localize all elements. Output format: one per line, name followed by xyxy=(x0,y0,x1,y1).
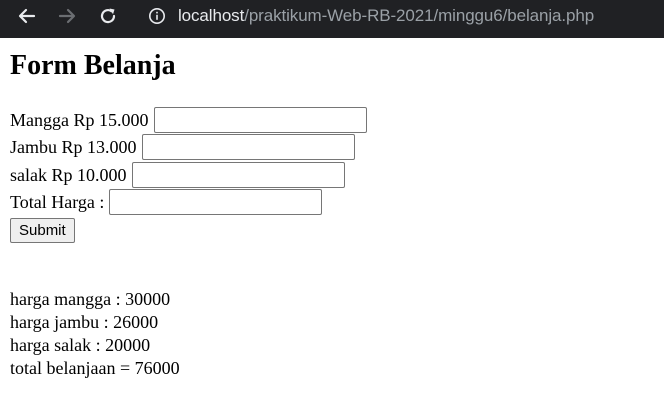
result-mangga: harga mangga : 30000 xyxy=(10,289,171,309)
result-jambu: harga jambu : 26000 xyxy=(10,312,159,332)
submit-button[interactable]: Submit xyxy=(10,218,75,243)
jambu-label: Jambu Rp 13.000 xyxy=(10,137,137,157)
jambu-input[interactable] xyxy=(141,134,355,160)
result-salak: harga salak : 20000 xyxy=(10,335,151,355)
field-row-mangga: Mangga Rp 15.000 xyxy=(10,107,367,133)
url-host: localhost xyxy=(178,6,245,25)
arrow-right-icon[interactable] xyxy=(56,5,78,27)
arrow-left-icon[interactable] xyxy=(16,5,38,27)
field-row-total: Total Harga : xyxy=(10,189,323,215)
toolbar-border xyxy=(0,33,664,38)
field-row-salak: salak Rp 10.000 xyxy=(10,162,345,188)
mangga-input[interactable] xyxy=(153,107,367,133)
mangga-label: Mangga Rp 15.000 xyxy=(10,110,149,130)
address-bar[interactable]: localhost/praktikum-Web-RB-2021/minggu6/… xyxy=(178,6,594,26)
page-title: Form Belanja xyxy=(10,50,176,81)
reload-icon[interactable] xyxy=(97,5,119,27)
salak-input[interactable] xyxy=(131,162,345,188)
total-label: Total Harga : xyxy=(10,192,105,212)
info-icon[interactable] xyxy=(148,7,166,25)
browser-toolbar: localhost/praktikum-Web-RB-2021/minggu6/… xyxy=(0,0,664,33)
total-input[interactable] xyxy=(109,189,323,215)
url-path: /praktikum-Web-RB-2021/minggu6/belanja.p… xyxy=(244,6,595,25)
result-total: total belanjaan = 76000 xyxy=(10,358,180,378)
salak-label: salak Rp 10.000 xyxy=(10,165,127,185)
field-row-jambu: Jambu Rp 13.000 xyxy=(10,134,355,160)
